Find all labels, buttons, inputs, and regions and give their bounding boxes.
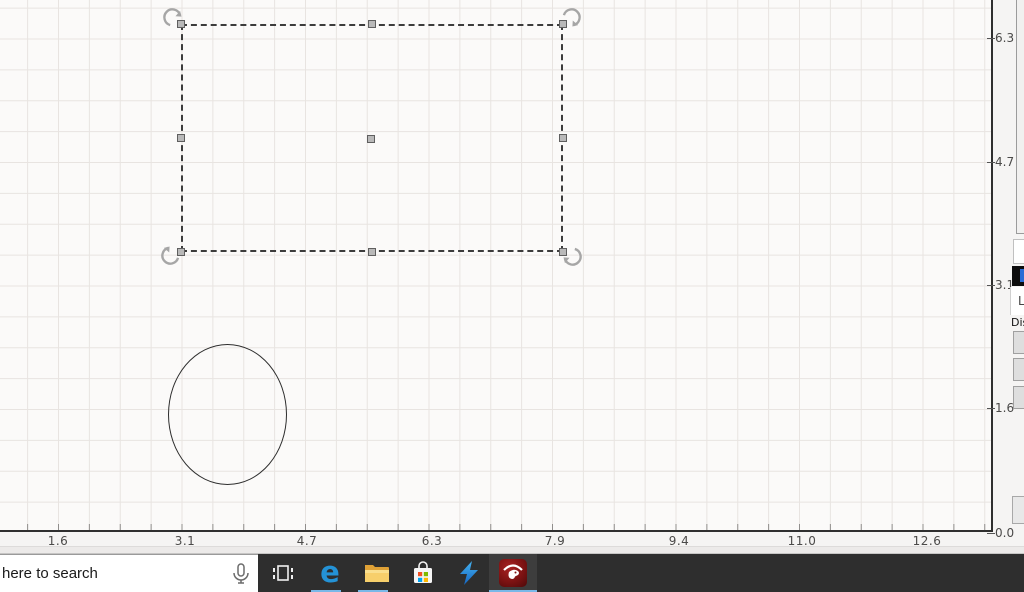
x-axis-line [0,530,993,532]
task-view-icon[interactable] [263,554,303,592]
y-ruler-tick [987,533,995,534]
selection-handle-middle-left[interactable] [177,134,185,142]
y-ruler-label: 0.0 [995,526,1015,540]
selection-handle-top-middle[interactable] [368,20,376,28]
right-panel-list-item[interactable]: L [1010,287,1024,315]
lightning-app-icon[interactable] [449,554,489,592]
right-panel-button-4[interactable] [1012,496,1024,524]
microsoft-store-icon[interactable] [403,554,443,592]
dragon-logo-icon [503,564,523,579]
edge-browser-icon[interactable]: e [310,554,350,592]
right-panel-button-1[interactable] [1013,331,1024,354]
right-panel-button-2[interactable] [1013,358,1024,381]
right-panel-section-label: Dis [1011,316,1024,329]
y-ruler-tick [987,408,995,409]
windows-taskbar: here to search e [0,554,1024,592]
y-ruler-label: 4.7 [995,155,1015,169]
selection-handle-middle-right[interactable] [559,134,567,142]
right-panel-button-3[interactable] [1013,386,1024,409]
microphone-icon[interactable] [229,562,253,586]
cad-app-icon-active[interactable] [489,554,537,592]
cad-app-tile [499,559,527,587]
y-ruler-label: 1.6 [995,401,1015,415]
canvas-right-border [991,0,993,532]
window-status-strip [0,546,1024,554]
selection-handle-bottom-middle[interactable] [368,248,376,256]
y-ruler-label: 6.3 [995,31,1015,45]
desktop-screen: 1.6 3.1 4.7 6.3 7.9 9.4 11.0 12.6 6.3 4.7 3.1 1.6 0… [0,0,1024,592]
search-placeholder-text: here to search [2,565,98,582]
right-panel-box [1016,0,1024,234]
cad-canvas[interactable] [0,0,993,531]
y-ruler-tick [987,162,995,163]
file-explorer-icon[interactable] [357,554,397,592]
ellipse-shape[interactable] [168,344,287,485]
y-ruler-tick [987,285,995,286]
right-panel-field[interactable] [1013,239,1024,264]
taskbar-search-input[interactable]: here to search [0,554,258,592]
y-ruler-tick [987,38,995,39]
right-panel-blue-chip [1020,269,1024,282]
selection-handle-center[interactable] [367,135,375,143]
